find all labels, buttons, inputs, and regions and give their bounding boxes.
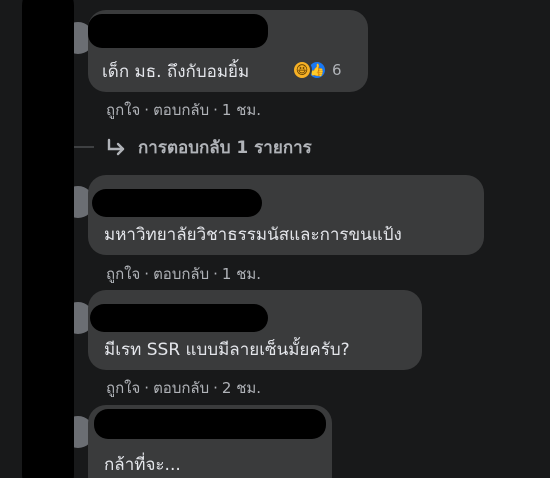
- redaction-overlay: [22, 0, 74, 478]
- separator: ·: [144, 265, 150, 283]
- timestamp[interactable]: 2 ชม.: [222, 379, 261, 397]
- reaction-count: 6: [332, 61, 342, 79]
- comment-bubble: มีเรท SSR แบบมีลายเซ็นมั้ยครับ?: [88, 290, 422, 370]
- comment-actions: ถูกใจ · ตอบกลับ · 1 ชม.: [106, 262, 261, 286]
- redacted-name: [94, 409, 326, 439]
- comment-bubble: มหาวิทยาลัยวิชาธรรมนัสและการขนแป้ง: [88, 175, 484, 255]
- redacted-name: [90, 304, 268, 332]
- timestamp[interactable]: 1 ชม.: [222, 265, 261, 283]
- reply-link[interactable]: ตอบกลับ: [153, 101, 209, 119]
- redacted-name: [92, 189, 262, 217]
- comment-text: มหาวิทยาลัยวิชาธรรมนัสและการขนแป้ง: [104, 225, 402, 245]
- thread-line: [74, 146, 94, 148]
- comment-text: กล้าที่จะ...: [104, 455, 181, 475]
- timestamp[interactable]: 1 ชม.: [222, 101, 261, 119]
- reaction-summary[interactable]: 😆 👍 6: [292, 60, 342, 80]
- separator: ·: [213, 265, 218, 283]
- redacted-name: [88, 14, 268, 48]
- reply-link[interactable]: ตอบกลับ: [153, 379, 209, 397]
- separator: ·: [144, 379, 150, 397]
- separator: ·: [213, 101, 218, 119]
- comment-actions: ถูกใจ · ตอบกลับ · 2 ชม.: [106, 376, 261, 400]
- comment-thread: เด็ก มธ. ถึงกับอมยิ้ม 😆 👍 6 ถูกใจ · ตอบกลั…: [0, 0, 550, 478]
- comment-bubble: กล้าที่จะ...: [88, 405, 332, 478]
- reply-link[interactable]: ตอบกลับ: [153, 265, 209, 283]
- comment-actions: ถูกใจ · ตอบกลับ · 1 ชม.: [106, 98, 261, 122]
- separator: ·: [144, 101, 150, 119]
- reply-arrow-icon: [107, 138, 125, 155]
- separator: ·: [213, 379, 218, 397]
- view-replies-label: การตอบกลับ 1 รายการ: [138, 138, 312, 158]
- view-replies-link[interactable]: การตอบกลับ 1 รายการ: [106, 134, 312, 161]
- like-link[interactable]: ถูกใจ: [106, 379, 140, 397]
- like-link[interactable]: ถูกใจ: [106, 101, 140, 119]
- like-link[interactable]: ถูกใจ: [106, 265, 140, 283]
- haha-reaction-icon: 😆: [292, 60, 312, 80]
- comment-text: มีเรท SSR แบบมีลายเซ็นมั้ยครับ?: [104, 340, 350, 360]
- comment-text: เด็ก มธ. ถึงกับอมยิ้ม: [102, 62, 250, 82]
